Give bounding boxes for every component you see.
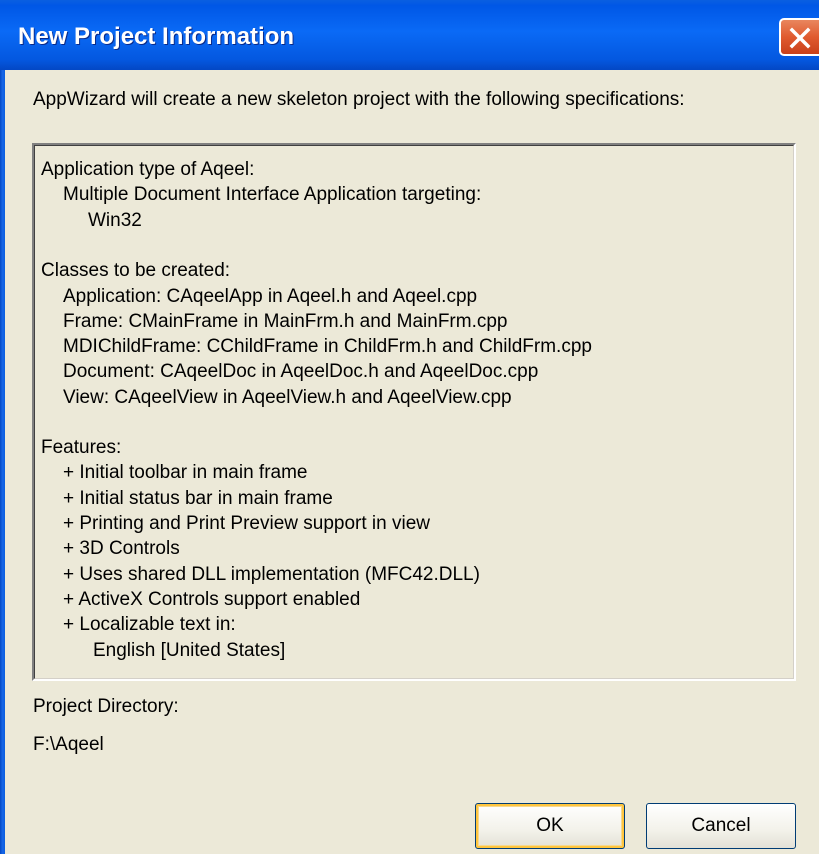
feature-item: + Initial toolbar in main frame	[63, 462, 308, 483]
feature-item: + Localizable text in:	[63, 614, 236, 635]
feature-item: + 3D Controls	[63, 538, 180, 559]
app-type-heading: Application type of Aqeel:	[41, 159, 255, 180]
feature-item: + Printing and Print Preview support in …	[63, 513, 430, 534]
features-heading: Features:	[41, 437, 122, 458]
classes-heading: Classes to be created:	[41, 260, 231, 281]
feature-item: + Uses shared DLL implementation (MFC42.…	[63, 564, 480, 585]
class-item: Application: CAqeelApp in Aqeel.h and Aq…	[63, 286, 478, 307]
close-icon	[789, 27, 811, 49]
title-bar[interactable]: New Project Information	[0, 0, 819, 70]
localization-language: English [United States]	[93, 640, 286, 661]
app-type-value: Multiple Document Interface Application …	[63, 184, 482, 205]
new-project-information-dialog: New Project Information AppWizard will c…	[0, 0, 819, 854]
project-directory-value: F:\Aqeel	[33, 734, 104, 755]
window-frame-left	[0, 70, 5, 854]
specification-box-inner: Application type of Aqeel: Multiple Docu…	[34, 145, 794, 679]
class-item: Document: CAqeelDoc in AqeelDoc.h and Aq…	[63, 361, 539, 382]
class-item: Frame: CMainFrame in MainFrm.h and MainF…	[63, 311, 508, 332]
project-directory-label: Project Directory:	[33, 696, 179, 717]
intro-text: AppWizard will create a new skeleton pro…	[33, 89, 685, 110]
dialog-title: New Project Information	[18, 23, 295, 50]
class-item: View: CAqeelView in AqeelView.h and Aqee…	[63, 387, 512, 408]
class-item: MDIChildFrame: CChildFrame in ChildFrm.h…	[63, 336, 592, 357]
app-type-platform: Win32	[88, 210, 142, 231]
feature-item: + Initial status bar in main frame	[63, 488, 333, 509]
cancel-button[interactable]: Cancel	[646, 803, 796, 849]
ok-button[interactable]: OK	[475, 803, 625, 849]
feature-item: + ActiveX Controls support enabled	[63, 589, 361, 610]
specification-box: Application type of Aqeel: Multiple Docu…	[32, 143, 796, 681]
close-button[interactable]	[779, 18, 819, 56]
